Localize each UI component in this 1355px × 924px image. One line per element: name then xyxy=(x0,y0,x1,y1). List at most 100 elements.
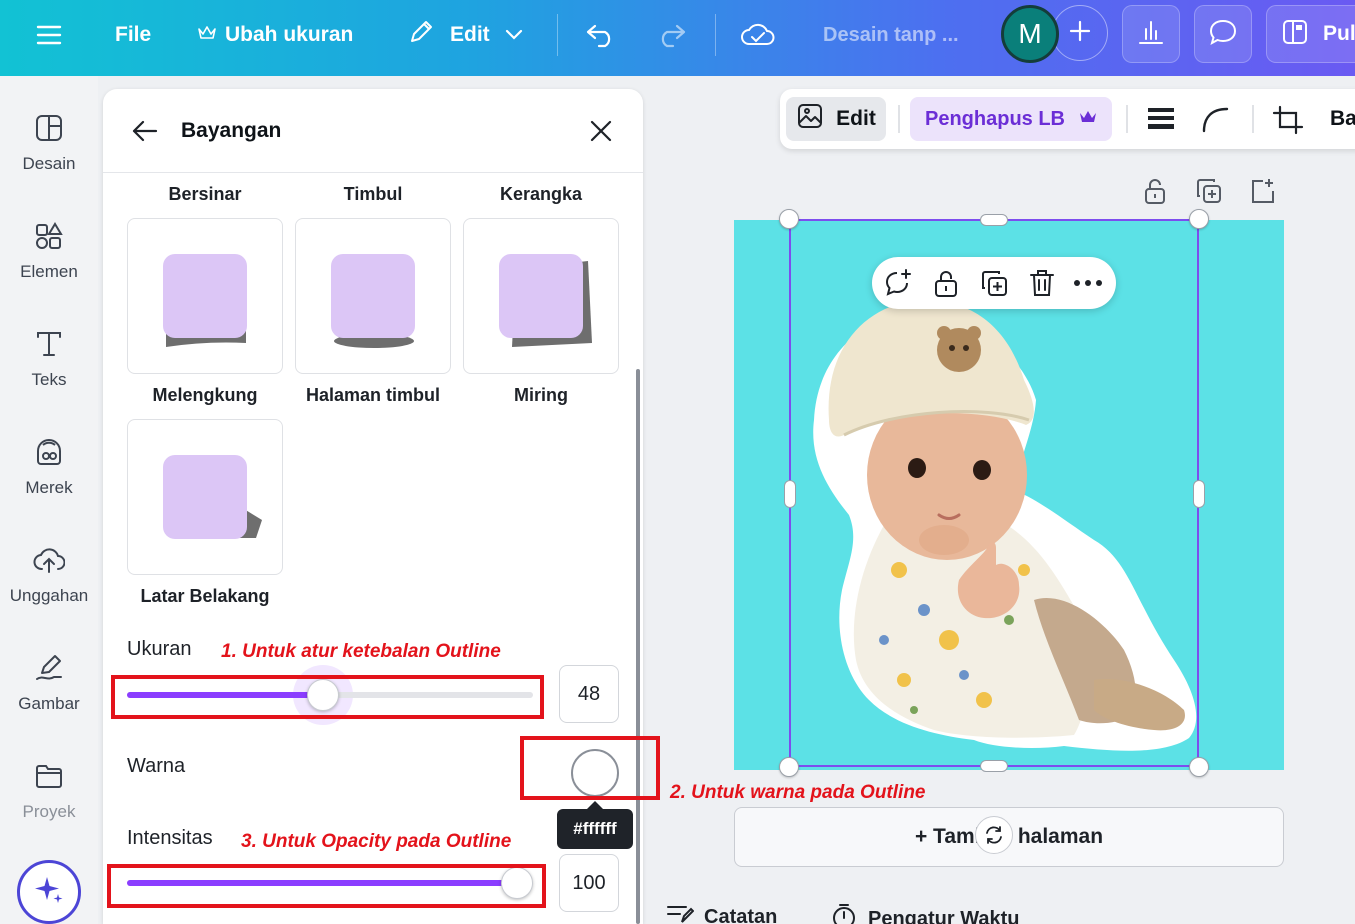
size-label: Ukuran xyxy=(127,638,192,660)
undo-icon[interactable] xyxy=(584,18,618,52)
divider xyxy=(1126,105,1128,133)
cloud-saved-icon[interactable] xyxy=(740,18,776,52)
pencil-icon xyxy=(406,17,436,53)
resize-handle-bottom-left[interactable] xyxy=(779,757,799,777)
intensity-label: Intensitas xyxy=(127,827,213,849)
menu-icon[interactable] xyxy=(32,18,66,52)
resize-handle-top-left[interactable] xyxy=(779,209,799,229)
annotation-box-size xyxy=(111,675,544,719)
shapes-icon xyxy=(34,218,64,254)
timer-icon xyxy=(830,902,858,924)
publish-button[interactable]: Pul xyxy=(1266,5,1355,63)
back-arrow-icon[interactable] xyxy=(131,119,159,148)
refresh-icon[interactable] xyxy=(975,816,1013,854)
annotation-color: 2. Untuk warna pada Outline xyxy=(670,782,926,803)
border-style-icon[interactable] xyxy=(1146,105,1176,136)
corner-rounding-icon[interactable] xyxy=(1200,105,1230,138)
effect-label-curved: Melengkung xyxy=(152,385,258,405)
effect-label-outline: Kerangka xyxy=(499,184,583,204)
size-value-input[interactable]: 48 xyxy=(559,665,619,723)
panel-title: Bayangan xyxy=(181,119,282,142)
divider xyxy=(715,14,716,56)
rail-item-draw[interactable]: Gambar xyxy=(0,616,98,716)
preview-square xyxy=(163,455,247,539)
color-label: Warna xyxy=(127,755,186,777)
redo-icon[interactable] xyxy=(654,18,688,52)
brand-icon xyxy=(34,434,64,470)
avatar-initial: M xyxy=(1018,18,1042,49)
text-icon xyxy=(34,326,64,362)
resize-handle-left[interactable] xyxy=(784,480,796,508)
rail-item-projects[interactable]: Proyek xyxy=(0,724,98,824)
timer-button[interactable]: Pengatur Waktu xyxy=(830,902,1020,924)
chevron-down-icon xyxy=(504,23,524,47)
add-comment-icon[interactable] xyxy=(882,267,914,299)
resize-handle-top[interactable] xyxy=(980,214,1008,226)
rail-label: Unggahan xyxy=(9,586,89,605)
intensity-value-input[interactable]: 100 xyxy=(559,854,619,912)
resize-label: Ubah ukuran xyxy=(225,23,354,46)
resize-handle-bottom[interactable] xyxy=(980,760,1008,772)
crop-icon[interactable] xyxy=(1272,105,1304,140)
document-title[interactable]: Desain tanp ... xyxy=(823,0,959,70)
lock-element-icon[interactable] xyxy=(930,267,962,299)
add-page-icon[interactable] xyxy=(1248,176,1278,206)
divider xyxy=(557,14,558,56)
add-collaborator-button[interactable] xyxy=(1052,5,1108,61)
resize-handle-top-right[interactable] xyxy=(1189,209,1209,229)
bg-remover-button[interactable]: Penghapus LB xyxy=(910,97,1112,141)
comments-button[interactable] xyxy=(1194,5,1252,63)
resize-handle-right[interactable] xyxy=(1193,480,1205,508)
present-icon xyxy=(1281,18,1309,51)
effect-label-page-lift: Halaman timbul xyxy=(305,385,441,405)
effect-label-backdrop: Latar Belakang xyxy=(140,586,270,606)
trash-icon[interactable] xyxy=(1026,267,1058,299)
draw-icon xyxy=(34,650,64,686)
file-menu[interactable]: File xyxy=(115,0,151,70)
avatar[interactable]: M xyxy=(1001,5,1059,63)
notes-icon xyxy=(666,902,695,924)
effect-curved[interactable] xyxy=(127,218,283,374)
notes-button[interactable]: Catatan xyxy=(666,902,777,924)
magic-assistant-button[interactable] xyxy=(17,860,81,924)
notes-label: Catatan xyxy=(704,905,778,924)
annotation-size: 1. Untuk atur ketebalan Outline xyxy=(221,641,501,662)
crown-icon xyxy=(198,23,216,47)
divider xyxy=(1252,105,1254,133)
resize-handle-bottom-right[interactable] xyxy=(1189,757,1209,777)
insights-button[interactable] xyxy=(1122,5,1180,63)
rail-label: Gambar xyxy=(18,694,80,713)
edit-image-label: Edit xyxy=(836,107,876,130)
document-title-text: Desain tanp ... xyxy=(823,23,959,46)
lock-icon[interactable] xyxy=(1140,176,1170,206)
edit-mode-dropdown[interactable]: Edit xyxy=(406,0,524,70)
resize-button[interactable]: Ubah ukuran xyxy=(198,0,353,70)
rail-item-design[interactable]: Desain xyxy=(0,76,98,176)
edit-image-button[interactable]: Edit xyxy=(786,97,886,141)
rail-item-uploads[interactable]: Unggahan xyxy=(0,508,98,608)
toolbar-overflow-label[interactable]: Ba xyxy=(1330,107,1355,131)
bar-chart-icon xyxy=(1137,18,1165,51)
effect-backdrop[interactable] xyxy=(127,419,283,575)
close-icon[interactable] xyxy=(589,119,613,148)
color-tooltip: #ffffff xyxy=(557,801,633,849)
panel-header: Bayangan xyxy=(103,89,643,173)
rail-item-text[interactable]: Teks xyxy=(0,292,98,392)
effect-label-emboss: Timbul xyxy=(343,184,403,204)
panel-scrollbar[interactable] xyxy=(636,369,640,924)
rail-label: Merek xyxy=(25,478,73,497)
effect-label-glow: Bersinar xyxy=(168,184,242,204)
effect-page-lift[interactable] xyxy=(295,218,451,374)
folder-icon xyxy=(34,758,64,794)
effect-angled[interactable] xyxy=(463,218,619,374)
sparkle-icon xyxy=(33,874,65,911)
duplicate-page-icon[interactable] xyxy=(1194,176,1224,206)
rail-item-brand[interactable]: Merek xyxy=(0,400,98,500)
duplicate-icon[interactable] xyxy=(978,267,1010,299)
rail-label: Proyek xyxy=(22,802,76,821)
speech-bubble-icon xyxy=(1208,18,1238,51)
rail-item-elements[interactable]: Elemen xyxy=(0,184,98,284)
preview-square xyxy=(331,254,415,338)
divider xyxy=(898,105,900,133)
more-options-icon[interactable] xyxy=(1072,267,1104,299)
